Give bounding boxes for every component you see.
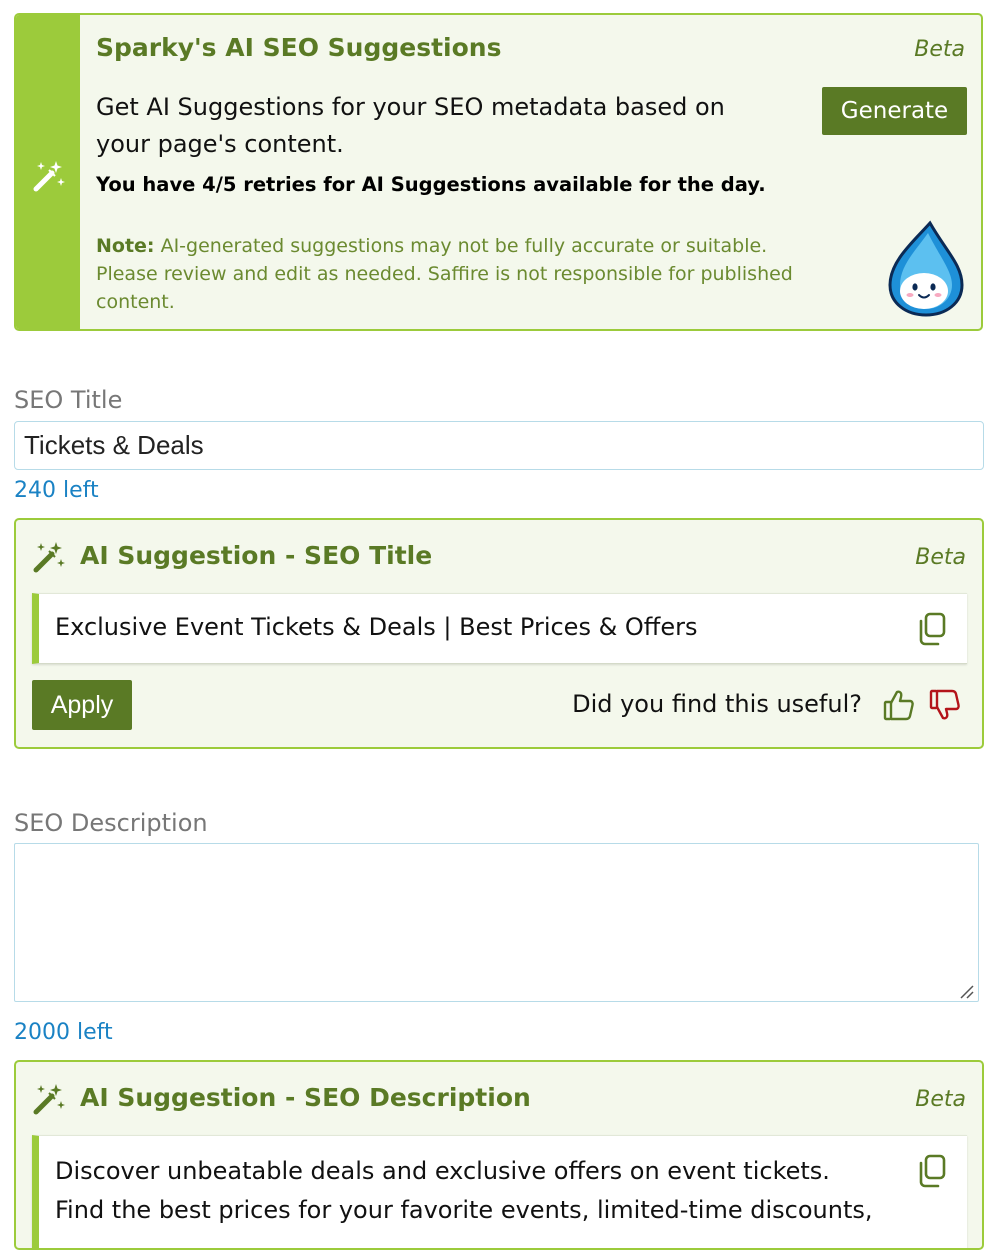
retries-notice: You have 4/5 retries for AI Suggestions … bbox=[96, 173, 766, 196]
description-suggestion-text: Discover unbeatable deals and exclusive … bbox=[55, 1157, 873, 1224]
copy-icon[interactable] bbox=[917, 612, 947, 646]
description-suggestion-box: Discover unbeatable deals and exclusive … bbox=[32, 1135, 967, 1248]
thumbs-up-icon[interactable] bbox=[882, 688, 916, 722]
thumbs-down-icon[interactable] bbox=[928, 688, 962, 722]
seo-title-input[interactable] bbox=[14, 421, 984, 470]
magic-wand-icon bbox=[33, 1084, 65, 1115]
disclaimer-note: Note: AI-generated suggestions may not b… bbox=[96, 232, 796, 316]
sparky-title: Sparky's AI SEO Suggestions bbox=[96, 33, 502, 62]
seo-description-input[interactable] bbox=[14, 843, 979, 1002]
description-suggestion-heading: AI Suggestion - SEO Description bbox=[80, 1083, 531, 1112]
sparky-suggestions-panel: Sparky's AI SEO Suggestions Beta Get AI … bbox=[14, 13, 983, 331]
title-suggestion-heading: AI Suggestion - SEO Title bbox=[80, 541, 433, 570]
seo-title-counter: 240 left bbox=[14, 478, 99, 503]
magic-wand-icon bbox=[33, 161, 65, 192]
beta-label: Beta bbox=[914, 37, 965, 62]
note-text: AI-generated suggestions may not be full… bbox=[96, 235, 793, 313]
magic-wand-icon bbox=[33, 542, 65, 573]
feedback-question: Did you find this useful? bbox=[572, 690, 862, 718]
copy-icon[interactable] bbox=[917, 1154, 947, 1188]
title-suggestion-text: Exclusive Event Tickets & Deals | Best P… bbox=[55, 613, 698, 641]
description-suggestion-card: AI Suggestion - SEO Description Beta Dis… bbox=[14, 1060, 984, 1250]
note-label: Note: bbox=[96, 235, 155, 257]
generate-button[interactable]: Generate bbox=[822, 87, 967, 135]
seo-description-counter: 2000 left bbox=[14, 1020, 113, 1045]
resize-grip-icon[interactable] bbox=[958, 983, 974, 999]
beta-label: Beta bbox=[915, 1087, 966, 1112]
sparky-description: Get AI Suggestions for your SEO metadata… bbox=[96, 93, 725, 158]
title-suggestion-box: Exclusive Event Tickets & Deals | Best P… bbox=[32, 593, 967, 664]
apply-button[interactable]: Apply bbox=[32, 680, 132, 730]
title-suggestion-card: AI Suggestion - SEO Title Beta Exclusive… bbox=[14, 518, 984, 749]
seo-description-label: SEO Description bbox=[14, 809, 208, 837]
beta-label: Beta bbox=[915, 545, 966, 570]
sparky-accent-strip bbox=[16, 15, 80, 329]
mascot-drop-icon bbox=[888, 220, 964, 317]
seo-title-label: SEO Title bbox=[14, 386, 123, 414]
